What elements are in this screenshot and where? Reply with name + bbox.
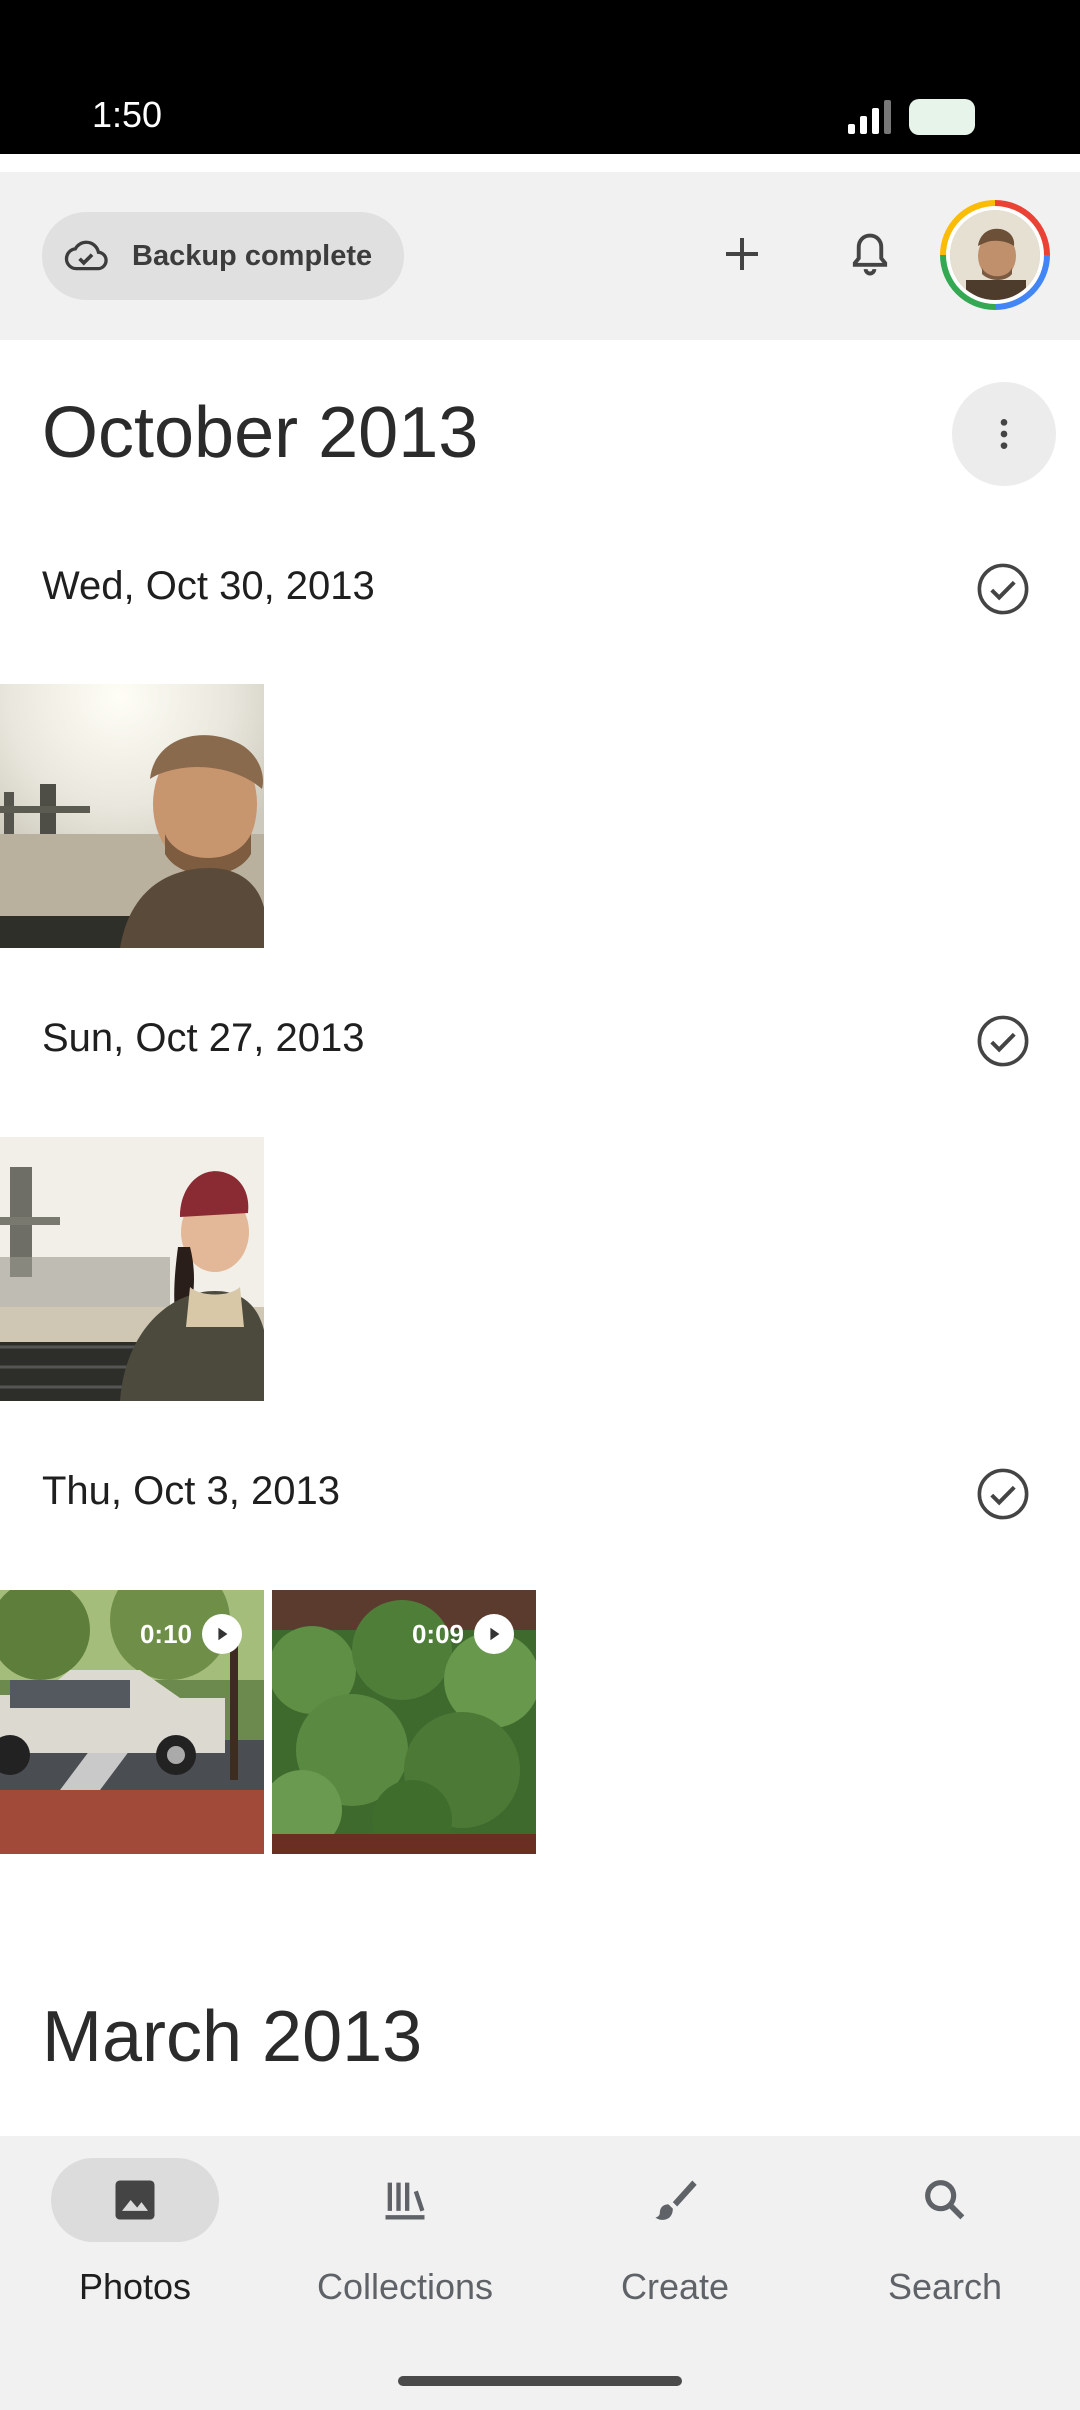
- video-duration: 0:10: [139, 1618, 192, 1649]
- bell-icon: [852, 233, 888, 276]
- video-badge: 0:09: [412, 1614, 514, 1654]
- cloud-check-icon: [64, 240, 108, 271]
- avatar: [950, 210, 1040, 300]
- nav-collections-label: Collections: [316, 2266, 494, 2307]
- nav-search-label: Search: [887, 2266, 1003, 2307]
- nav-create[interactable]: Create: [540, 2158, 810, 2328]
- nav-collections-indicator: [321, 2158, 489, 2242]
- image-icon: [115, 2180, 155, 2220]
- brush-icon: [655, 2180, 697, 2220]
- select-day-check-icon[interactable]: [976, 562, 1030, 616]
- status-time: 1:50: [92, 94, 163, 135]
- play-icon: [202, 1614, 242, 1654]
- select-day-check-icon[interactable]: [976, 1014, 1030, 1068]
- signal-icon: [848, 100, 891, 134]
- add-button[interactable]: [702, 214, 782, 294]
- avatar-face-image: [950, 210, 1040, 300]
- video-badge: 0:10: [140, 1614, 242, 1654]
- more-options-button[interactable]: [952, 382, 1056, 486]
- woman-photo-image: [0, 1137, 264, 1401]
- add-icon: [726, 238, 758, 270]
- play-icon: [474, 1614, 514, 1654]
- nav-photos-indicator: [51, 2158, 219, 2242]
- photo-thumbnail[interactable]: [0, 1137, 264, 1401]
- bottom-navigation: Photos Collections Create Search: [0, 2136, 1080, 2410]
- notifications-button[interactable]: [830, 214, 910, 294]
- backup-label: Backup complete: [132, 239, 373, 272]
- selfie-photo-image: [0, 684, 264, 948]
- search-icon: [925, 2180, 965, 2220]
- status-bar: 1:50: [0, 0, 1080, 154]
- nav-create-indicator: [591, 2158, 759, 2242]
- nav-photos[interactable]: Photos: [0, 2158, 270, 2328]
- backup-status-chip[interactable]: Backup complete: [42, 212, 404, 300]
- nav-photos-label: Photos: [78, 2266, 192, 2307]
- date-header: Wed, Oct 30, 2013: [42, 564, 375, 608]
- avatar-border: [946, 206, 1044, 304]
- account-avatar[interactable]: [940, 200, 1050, 310]
- nav-search-indicator: [861, 2158, 1029, 2242]
- collections-icon: [385, 2182, 425, 2220]
- month-heading: March 2013: [42, 1997, 423, 2077]
- month-heading: October 2013: [42, 393, 479, 473]
- nav-create-label: Create: [620, 2266, 730, 2307]
- date-header: Sun, Oct 27, 2013: [42, 1016, 365, 1060]
- nav-search[interactable]: Search: [810, 2158, 1080, 2328]
- top-app-bar: Backup complete: [0, 172, 1080, 340]
- select-day-check-icon[interactable]: [976, 1467, 1030, 1521]
- home-indicator[interactable]: [398, 2376, 682, 2386]
- date-header: Thu, Oct 3, 2013: [42, 1469, 340, 1513]
- nav-collections[interactable]: Collections: [270, 2158, 540, 2328]
- video-duration: 0:09: [411, 1618, 464, 1649]
- video-thumbnail[interactable]: 0:09: [272, 1590, 536, 1854]
- video-thumbnail[interactable]: 0:10: [0, 1590, 264, 1854]
- more-vert-icon: [1000, 419, 1008, 449]
- photo-thumbnail[interactable]: [0, 684, 264, 948]
- battery-icon: [909, 99, 975, 135]
